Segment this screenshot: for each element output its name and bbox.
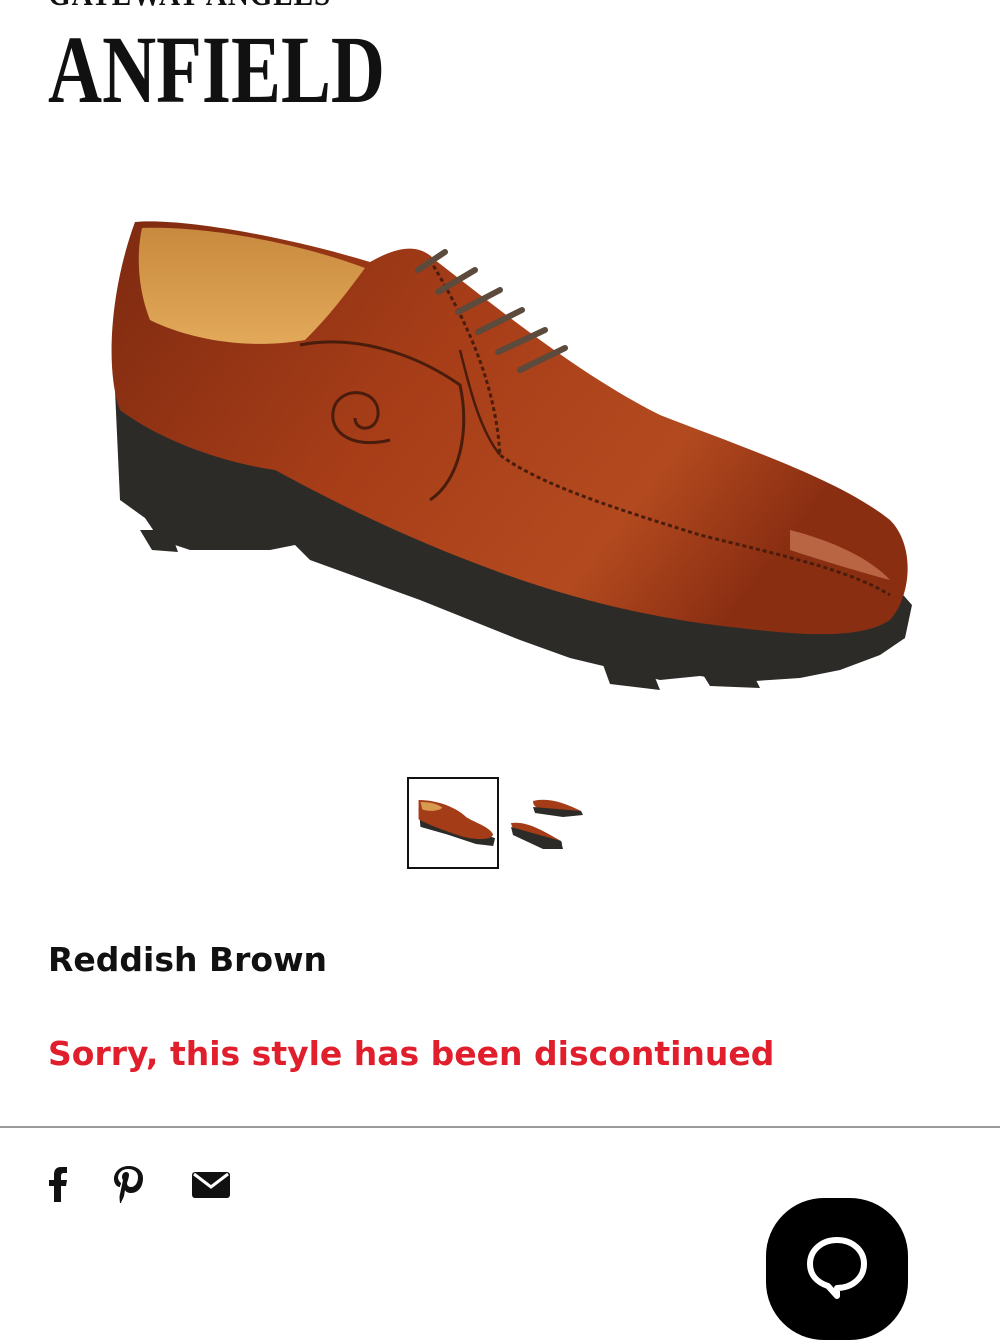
thumbnail-single-shoe[interactable]: [407, 777, 499, 869]
pinterest-icon[interactable]: [110, 1162, 148, 1206]
chat-bubble-icon: [807, 1237, 867, 1299]
product-main-image: [111, 221, 912, 690]
divider: [0, 1126, 1000, 1128]
discontinued-message: Sorry, this style has been discontinued: [48, 1034, 775, 1073]
brand-name: GATEWAY ANGELS: [48, 0, 331, 12]
facebook-icon[interactable]: [44, 1162, 72, 1206]
product-color-name: Reddish Brown: [48, 940, 328, 979]
email-icon[interactable]: [190, 1162, 232, 1206]
product-title: ANFIELD: [48, 16, 385, 123]
thumbnail-shoe-pair[interactable]: [503, 777, 595, 869]
chat-button[interactable]: [766, 1198, 908, 1340]
